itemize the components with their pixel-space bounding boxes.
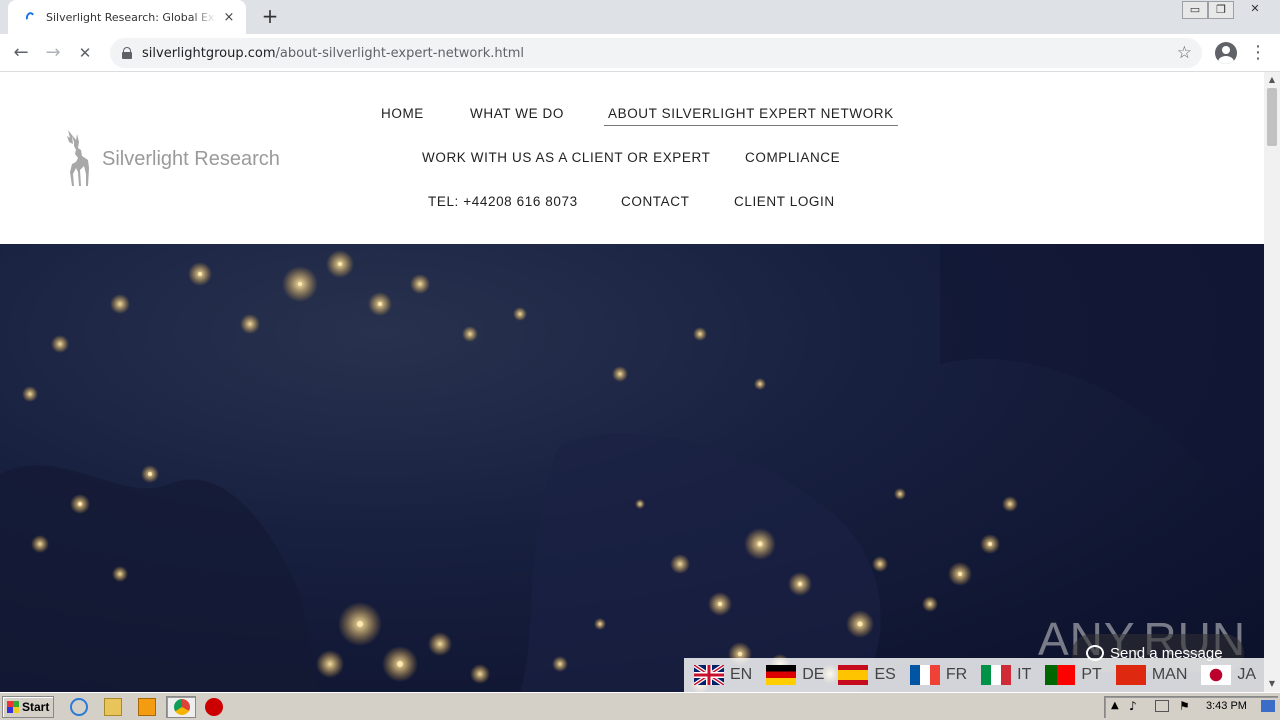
url-text: silverlightgroup.com/about-silverlight-e… — [142, 46, 524, 61]
scroll-up-arrow-icon[interactable]: ▲ — [1264, 72, 1280, 88]
media-player-icon[interactable] — [138, 698, 156, 716]
lang-code: PT — [1081, 666, 1102, 683]
uk-flag-icon — [694, 665, 724, 685]
action-center-flag-icon[interactable]: ⚑ — [1179, 699, 1190, 713]
minimize-window-button[interactable]: ▭ — [1182, 1, 1208, 19]
back-button[interactable]: ← — [8, 40, 34, 66]
chrome-icon — [174, 699, 190, 715]
nav-work-with-us[interactable]: WORK WITH US AS A CLIENT OR EXPERT — [422, 150, 710, 169]
germany-flag-icon — [766, 665, 797, 685]
bookmark-star-icon[interactable]: ☆ — [1177, 43, 1192, 63]
lang-man[interactable]: MAN — [1115, 665, 1188, 685]
lang-code: EN — [730, 666, 753, 683]
tray-expand-icon[interactable]: ▲ — [1111, 700, 1119, 711]
lang-code: FR — [945, 666, 968, 683]
stop-loading-button[interactable]: ✕ — [72, 40, 98, 66]
internet-explorer-icon[interactable] — [70, 698, 88, 716]
france-flag-icon — [909, 665, 940, 685]
japan-flag-icon — [1201, 665, 1232, 685]
nav-telephone[interactable]: TEL: +44208 616 8073 — [428, 194, 578, 213]
system-tray: ▲ ♪ ⚑ — [1104, 696, 1278, 718]
forward-button[interactable]: → — [40, 40, 66, 66]
deer-logo-icon — [62, 128, 94, 190]
screen: Silverlight Research: Global Expert N × … — [0, 0, 1280, 720]
taskbar-clock: 3:43 PM — [1206, 700, 1247, 712]
lang-code: ES — [874, 666, 896, 683]
file-explorer-icon[interactable] — [104, 698, 122, 716]
browser-tab[interactable]: Silverlight Research: Global Expert N × — [8, 0, 246, 34]
profile-avatar-icon[interactable] — [1215, 42, 1237, 64]
lang-code: IT — [1017, 666, 1032, 683]
address-bar[interactable]: silverlightgroup.com/about-silverlight-e… — [110, 38, 1202, 68]
lang-ja[interactable]: JA — [1201, 665, 1256, 685]
spain-flag-icon — [838, 665, 869, 685]
url-path: /about-silverlight-expert-network.html — [275, 45, 525, 61]
nav-home[interactable]: HOME — [381, 106, 424, 125]
page-scrollbar[interactable]: ▲ ▼ — [1264, 72, 1280, 692]
chrome-taskbar-button[interactable] — [166, 696, 196, 718]
lang-de[interactable]: DE — [766, 665, 824, 685]
nav-compliance[interactable]: COMPLIANCE — [745, 150, 840, 169]
close-window-button[interactable]: ✕ — [1240, 1, 1270, 19]
scroll-thumb[interactable] — [1267, 88, 1277, 146]
browser-menu-icon[interactable]: ⋮ — [1248, 40, 1268, 66]
site-logo[interactable]: Silverlight Research — [62, 128, 280, 190]
nav-client-login[interactable]: CLIENT LOGIN — [734, 194, 835, 213]
browser-tab-strip: Silverlight Research: Global Expert N × … — [0, 0, 1280, 34]
new-tab-button[interactable]: + — [258, 5, 282, 29]
lang-fr[interactable]: FR — [909, 665, 968, 685]
loading-favicon-icon — [22, 10, 36, 24]
volume-icon[interactable]: ♪ — [1129, 699, 1137, 713]
language-selector-bar: EN DE ES FR IT PT MAN JA — [684, 658, 1264, 692]
italy-flag-icon — [981, 665, 1012, 685]
tab-close-icon[interactable]: × — [222, 10, 236, 25]
url-domain: silverlightgroup.com — [142, 45, 276, 61]
browser-toolbar: ← → ✕ silverlightgroup.com/about-silverl… — [0, 34, 1280, 72]
nav-what-we-do[interactable]: WHAT WE DO — [470, 106, 564, 125]
lang-it[interactable]: IT — [981, 665, 1031, 685]
china-flag-icon — [1115, 665, 1146, 685]
show-desktop-icon[interactable] — [1261, 700, 1275, 712]
tab-title: Silverlight Research: Global Expert N — [46, 10, 216, 24]
logo-text: Silverlight Research — [102, 147, 280, 170]
lang-pt[interactable]: PT — [1045, 665, 1102, 685]
lang-code: DE — [802, 666, 825, 683]
scroll-down-arrow-icon[interactable]: ▼ — [1264, 676, 1280, 692]
antivirus-icon[interactable] — [205, 698, 223, 716]
network-icon[interactable] — [1155, 700, 1169, 712]
start-label: Start — [22, 700, 50, 714]
restore-window-button[interactable]: ❐ — [1208, 1, 1234, 19]
nav-contact[interactable]: CONTACT — [621, 194, 689, 213]
portugal-flag-icon — [1045, 665, 1076, 685]
site-header: Silverlight Research HOME WHAT WE DO ABO… — [0, 72, 1264, 244]
lang-en[interactable]: EN — [694, 665, 752, 685]
lang-code: JA — [1237, 666, 1257, 683]
lock-icon — [122, 47, 132, 59]
lang-es[interactable]: ES — [838, 665, 896, 685]
webpage: Silverlight Research HOME WHAT WE DO ABO… — [0, 72, 1264, 692]
windows-taskbar: Start ▲ ♪ ⚑ 3:43 PM — [0, 692, 1280, 720]
lang-code: MAN — [1151, 666, 1188, 683]
nav-about-expert-network[interactable]: ABOUT SILVERLIGHT EXPERT NETWORK — [604, 106, 898, 126]
windows-logo-icon — [7, 701, 19, 713]
start-button[interactable]: Start — [2, 696, 54, 718]
